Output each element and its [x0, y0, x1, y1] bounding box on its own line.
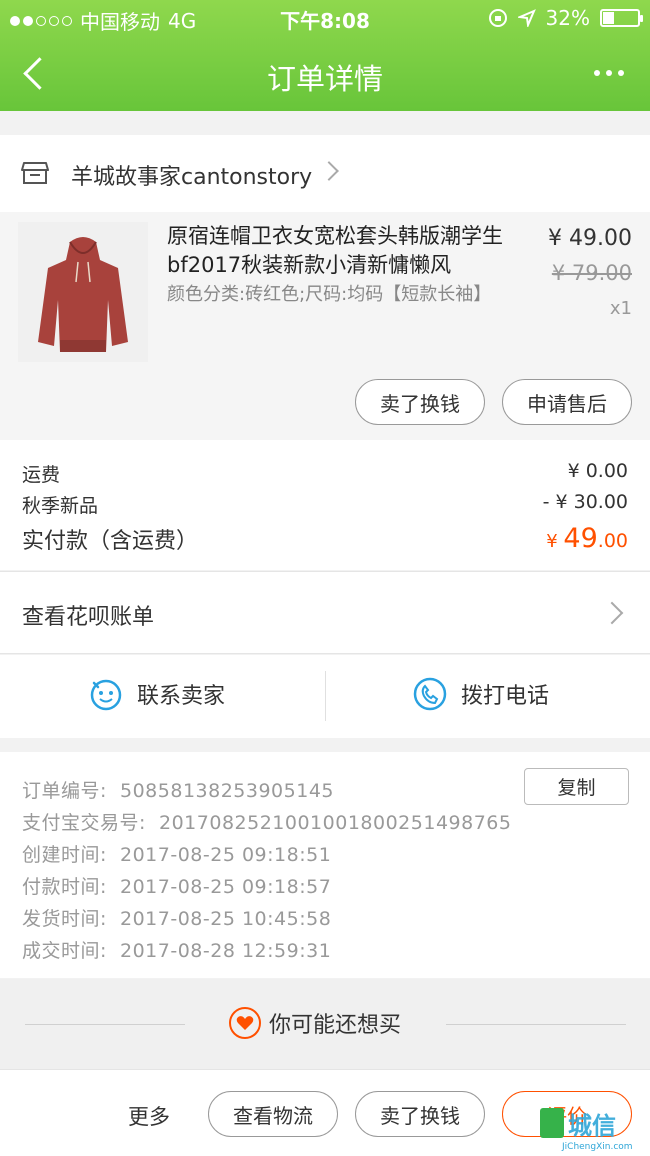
- discount-label: 秋季新品: [22, 495, 99, 517]
- product-item[interactable]: 原宿连帽卫衣女宽松套头韩版潮学生bf2017秋装新款小清新慵懒风 颜色分类:砖红…: [0, 212, 650, 440]
- shop-name: 羊城故事家cantonstory: [71, 165, 313, 190]
- shipped-time-row: 发货时间: 2017-08-25 10:45:58: [22, 908, 332, 930]
- created-time-row: 创建时间: 2017-08-25 09:18:51: [22, 844, 332, 866]
- rotation-lock-icon: [488, 9, 507, 27]
- header: 中国移动 4G 下午8:08 32% 订单详情: [0, 0, 650, 111]
- copy-button[interactable]: 复制: [524, 768, 629, 805]
- completed-time-row: 成交时间: 2017-08-28 12:59:31: [22, 940, 332, 962]
- view-logistics-button[interactable]: 查看物流: [208, 1091, 338, 1137]
- order-number-row: 订单编号: 50858138253905145: [22, 780, 335, 802]
- product-image: [18, 222, 148, 362]
- shipping-value: ¥ 0.00: [567, 460, 628, 482]
- shipping-label: 运费: [22, 464, 61, 486]
- divider: [25, 1024, 185, 1025]
- call-phone-button[interactable]: 拨打电话: [413, 677, 549, 711]
- chevron-right-icon: [600, 601, 624, 625]
- more-options-button[interactable]: [594, 58, 630, 88]
- fees-section: 运费 ¥ 0.00 秋季新品 - ¥ 30.00 实付款（含运费） ¥ 49.0…: [0, 440, 650, 570]
- recommend-section: 你可能还想买: [0, 979, 650, 1069]
- chevron-right-icon: [319, 161, 339, 181]
- divider: [446, 1024, 626, 1025]
- order-info-section: 订单编号: 50858138253905145 复制 支付宝交易号: 20170…: [0, 752, 650, 978]
- product-title: 原宿连帽卫衣女宽松套头韩版潮学生bf2017秋装新款小清新慵懒风: [167, 224, 503, 277]
- more-link[interactable]: 更多: [128, 1101, 170, 1131]
- product-spec: 颜色分类:砖红色;尺码:均码【短款长袖】: [167, 284, 492, 305]
- product-price: ¥ 49.00: [548, 226, 632, 251]
- contact-seller-label: 联系卖家: [137, 684, 226, 709]
- page-title: 订单详情: [266, 62, 383, 96]
- discount-value: - ¥ 30.00: [542, 491, 628, 513]
- product-quantity: x1: [609, 298, 632, 319]
- contact-seller-button[interactable]: 联系卖家: [89, 677, 225, 711]
- paid-time-row: 付款时间: 2017-08-25 09:18:57: [22, 876, 332, 898]
- recommend-title: 你可能还想买: [229, 1007, 401, 1039]
- product-original-price: ¥ 79.00: [551, 261, 632, 285]
- discount-row: 秋季新品 - ¥ 30.00: [22, 491, 628, 518]
- shop-icon: [21, 162, 49, 184]
- phone-icon: [413, 677, 447, 711]
- alipay-trade-row: 支付宝交易号: 2017082521001001800251498765: [22, 812, 512, 834]
- sell-for-cash-button[interactable]: 卖了换钱: [355, 1091, 485, 1137]
- chat-face-icon: [90, 679, 122, 711]
- battery-icon: [600, 9, 643, 27]
- total-value: ¥ 49.00: [546, 523, 628, 554]
- order-number: 50858138253905145: [120, 780, 335, 802]
- total-row: 实付款（含运费） ¥ 49.00: [22, 523, 628, 555]
- nav-bar: 订单详情: [0, 36, 650, 111]
- divider: [325, 671, 326, 721]
- heart-icon: [229, 1007, 261, 1039]
- huabei-label: 查看花呗账单: [22, 605, 155, 630]
- total-label: 实付款（含运费）: [22, 529, 199, 554]
- contact-bar: 联系卖家 拨打电话: [0, 655, 650, 738]
- battery-percent: 32%: [545, 6, 590, 30]
- status-bar: 中国移动 4G 下午8:08 32%: [0, 0, 650, 36]
- call-phone-label: 拨打电话: [461, 684, 550, 709]
- sell-for-cash-button[interactable]: 卖了换钱: [355, 379, 485, 425]
- location-icon: [517, 9, 536, 27]
- alipay-trade-number: 2017082521001001800251498765: [159, 812, 512, 834]
- shop-row[interactable]: 羊城故事家cantonstory: [0, 135, 650, 212]
- huabei-bill-row[interactable]: 查看花呗账单: [0, 571, 650, 654]
- shipping-row: 运费 ¥ 0.00: [22, 460, 628, 487]
- watermark-logo: 城信 JiChengXin.com: [540, 1104, 650, 1156]
- after-sale-button[interactable]: 申请售后: [502, 379, 632, 425]
